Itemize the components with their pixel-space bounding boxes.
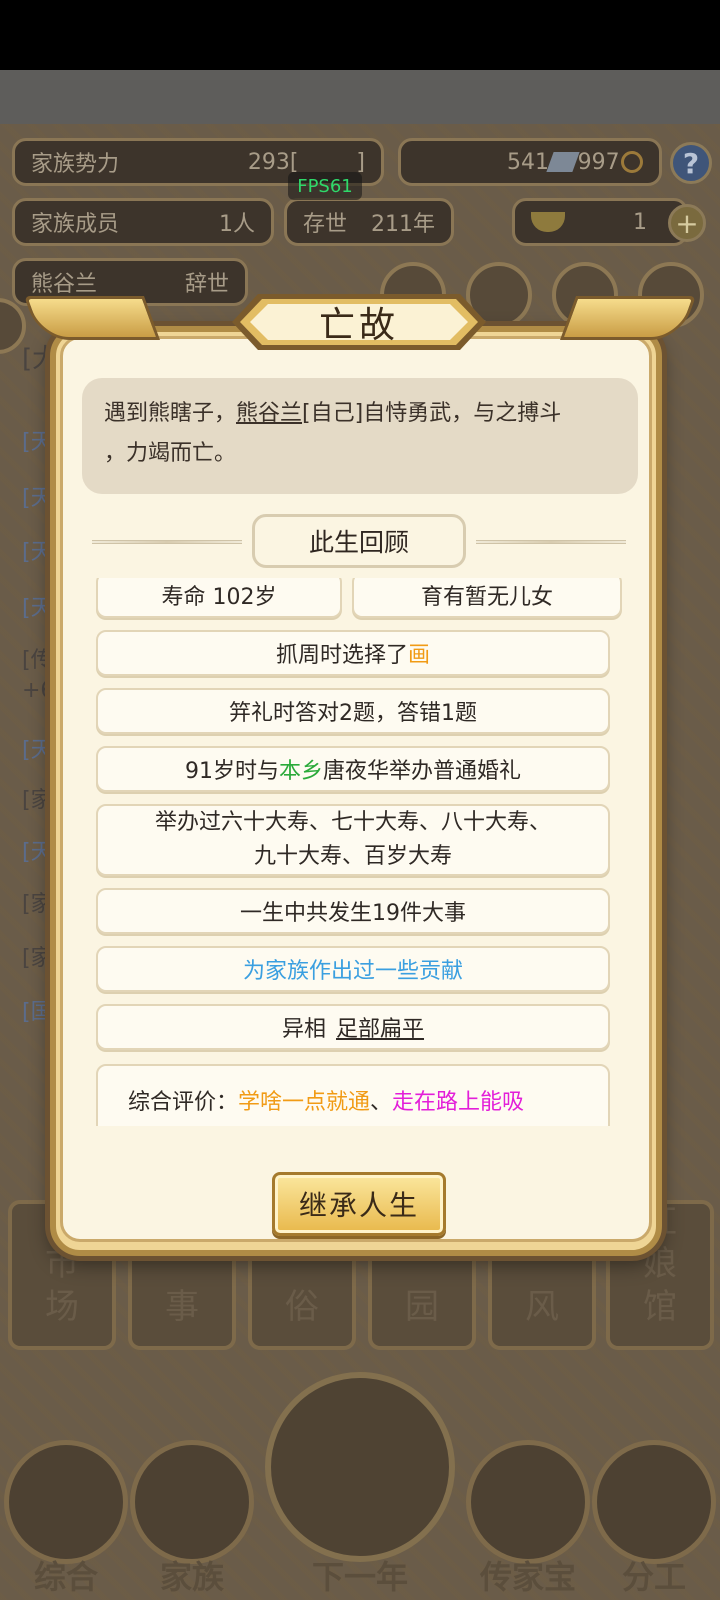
dialog-title-plate: 亡故 bbox=[214, 290, 504, 354]
marriage-text-prefix: 91岁时与 bbox=[184, 759, 279, 784]
birthdays-line-1: 举办过六十大寿、七十大寿、八十大寿、 bbox=[154, 810, 551, 835]
marriage-text-suffix: 唐夜华举办普通婚礼 bbox=[323, 759, 522, 784]
nav-label-next-year[interactable]: 下一年 bbox=[265, 1552, 455, 1598]
tab-garden-char: 园 bbox=[405, 1286, 439, 1327]
events-text: 一生中共发生19件大事 bbox=[240, 901, 466, 926]
nav-label-overview[interactable]: 综合 bbox=[4, 1552, 128, 1598]
log-line: [天 bbox=[22, 540, 53, 565]
family-members-label: 家族成员 bbox=[31, 212, 120, 237]
fps-counter: FPS61 bbox=[288, 172, 362, 200]
family-nav-icon[interactable] bbox=[130, 1440, 254, 1564]
birthdays-line-2: 九十大寿、百岁大寿 bbox=[253, 844, 452, 869]
marriage-row: 91岁时与 本乡 唐夜华举办普通婚礼 bbox=[96, 746, 610, 792]
life-review-header: 此生回顾 bbox=[92, 514, 626, 568]
nav-label-heirloom[interactable]: 传家宝 bbox=[466, 1552, 590, 1598]
gold-value: 1 bbox=[633, 209, 647, 235]
death-text-part-1: 遇到熊瞎子， bbox=[104, 401, 237, 426]
coin-icon bbox=[620, 151, 643, 173]
gold-ingot-icon bbox=[531, 212, 565, 232]
children-text: 育有暂无儿女 bbox=[420, 585, 553, 610]
log-line: [家 bbox=[22, 946, 53, 971]
alive-label: 存世 bbox=[303, 212, 348, 237]
divider-left bbox=[92, 540, 242, 544]
tab-customs-char: 俗 bbox=[285, 1286, 319, 1327]
log-line: [天 bbox=[22, 840, 53, 865]
children-row: 育有暂无儿女 bbox=[352, 578, 622, 618]
death-text-part-2: [自己]自恃勇武，与之搏斗 bbox=[302, 401, 562, 426]
lifespan-row: 寿命 102岁 bbox=[96, 578, 342, 618]
status-bar bbox=[0, 0, 720, 70]
log-line: [天 bbox=[22, 430, 53, 455]
rating-trait-2: 走在路上能吸 bbox=[392, 1090, 525, 1115]
zhuazhou-row: 抓周时选择了画 bbox=[96, 630, 610, 676]
divider-right bbox=[476, 540, 626, 544]
zhuazhou-item: 画 bbox=[408, 643, 431, 668]
family-power-bracket: ] bbox=[356, 149, 365, 175]
resource-panel: 541 997 bbox=[398, 138, 662, 186]
help-icon[interactable]: ? bbox=[670, 142, 712, 184]
events-row: 一生中共发生19件大事 bbox=[96, 888, 610, 934]
log-line: [传 bbox=[22, 648, 53, 673]
tab-market-char-2: 场 bbox=[45, 1286, 79, 1327]
dialog-title: 亡故 bbox=[318, 305, 399, 346]
feature-row: 异相 足部扁平 bbox=[96, 1004, 610, 1050]
marriage-place: 本乡 bbox=[278, 759, 323, 784]
title-bar bbox=[0, 70, 720, 124]
deceased-name-link[interactable]: 熊谷兰 bbox=[236, 401, 302, 426]
life-review-title: 此生回顾 bbox=[252, 514, 466, 568]
birthdays-row: 举办过六十大寿、七十大寿、八十大寿、 九十大寿、百岁大寿 bbox=[96, 804, 610, 876]
log-line: [天 bbox=[22, 738, 53, 763]
life-review-list[interactable]: 寿命 102岁 育有暂无儿女 抓周时选择了画 笄礼时答对2题，答错1题 91岁时… bbox=[90, 578, 630, 1126]
log-line: [天 bbox=[22, 486, 53, 511]
zhuazhou-text: 抓周时选择了 bbox=[275, 643, 408, 668]
feature-value[interactable]: 足部扁平 bbox=[336, 1011, 424, 1043]
alive-years-panel: 存世 211年 bbox=[284, 198, 454, 246]
nav-label-division[interactable]: 分工 bbox=[592, 1552, 716, 1598]
death-description: 遇到熊瞎子，熊谷兰[自己]自恃勇武，与之搏斗 ，力竭而亡。 bbox=[82, 378, 638, 494]
overview-nav-icon[interactable] bbox=[4, 1440, 128, 1564]
family-power-value: 293[ bbox=[247, 149, 299, 175]
tab-events-char: 事 bbox=[165, 1286, 199, 1327]
lifespan-text: 寿命 102岁 bbox=[161, 585, 277, 610]
inherit-life-button[interactable]: 继承人生 bbox=[272, 1172, 446, 1236]
resource-a-value: 541 bbox=[507, 149, 549, 175]
nav-label-family[interactable]: 家族 bbox=[130, 1552, 254, 1598]
family-power-label: 家族势力 bbox=[31, 152, 120, 177]
family-members-value: 1人 bbox=[219, 212, 255, 237]
tab-style-char: 风 bbox=[525, 1286, 559, 1327]
contribution-text: 为家族作出过一些贡献 bbox=[242, 959, 463, 984]
rating-trait-1: 学啥一点就通 bbox=[238, 1090, 371, 1115]
log-line: [家 bbox=[22, 892, 53, 917]
jili-row: 笄礼时答对2题，答错1题 bbox=[96, 688, 610, 734]
contribution-row: 为家族作出过一些贡献 bbox=[96, 946, 610, 992]
gold-panel: 1 bbox=[512, 198, 688, 246]
alive-value: 211年 bbox=[371, 212, 435, 237]
tab-matchmaker-char-3: 馆 bbox=[643, 1286, 677, 1327]
division-nav-icon[interactable] bbox=[592, 1440, 716, 1564]
rating-label: 综合评价： bbox=[128, 1090, 239, 1115]
log-line: [天 bbox=[22, 596, 53, 621]
family-members-panel: 家族成员 1人 bbox=[12, 198, 274, 246]
log-line: [家 bbox=[22, 788, 53, 813]
log-line: [国 bbox=[22, 1000, 53, 1025]
add-gold-icon[interactable]: + bbox=[668, 204, 706, 242]
resource-b-value: 997 bbox=[577, 149, 620, 175]
rating-separator: 、 bbox=[370, 1090, 393, 1115]
death-text-part-3: ，力竭而亡。 bbox=[104, 441, 237, 466]
person-name: 熊谷兰 bbox=[31, 272, 98, 297]
feature-label: 异相 bbox=[281, 1017, 326, 1042]
rating-row: 综合评价： 学啥一点就通、走在路上能吸 bbox=[96, 1064, 610, 1126]
silver-icon bbox=[546, 152, 580, 172]
jili-text: 笄礼时答对2题，答错1题 bbox=[229, 701, 477, 726]
next-year-nav-icon[interactable] bbox=[265, 1372, 455, 1562]
heirloom-nav-icon[interactable] bbox=[466, 1440, 590, 1564]
